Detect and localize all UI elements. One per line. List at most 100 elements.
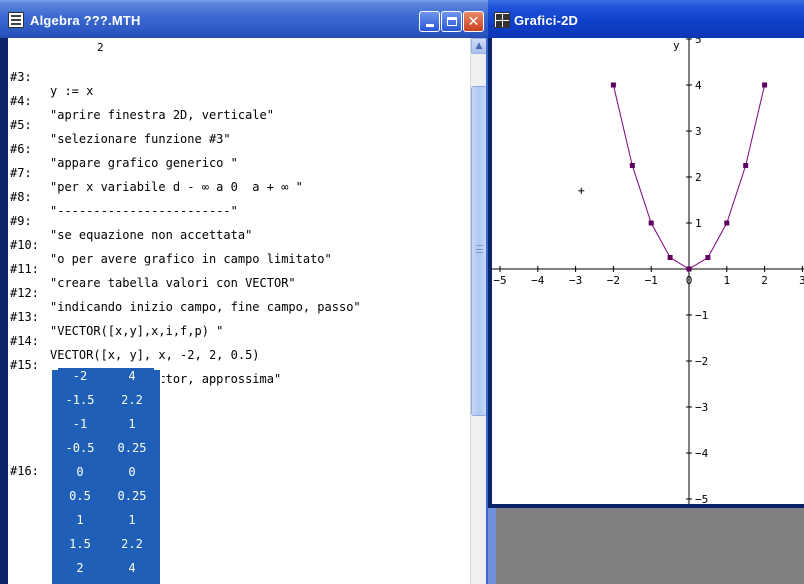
graph-window-icon[interactable] — [494, 12, 510, 28]
graph-2d-window[interactable]: Grafici-2D −5 −4 −3 −2 −1 0 1 2 3 5 4 3 2 1 −1 −2 −3 −4 −5… — [488, 0, 804, 508]
matrix-cell-x: -1 — [72, 417, 88, 431]
y-tick-label: 5 — [695, 38, 702, 46]
scroll-thumb[interactable] — [471, 86, 487, 416]
window-border — [488, 508, 496, 584]
matrix-row: -0.5 0.25 — [52, 436, 160, 460]
graph-background-area — [488, 508, 804, 584]
matrix-cell-y: 2.2 — [121, 537, 143, 551]
matrix-cell-y: 1 — [128, 417, 136, 431]
y-tick-label: 3 — [695, 125, 702, 138]
expression-line-5[interactable]: #5: "selezionare funzione #3" — [10, 104, 231, 146]
expression-line-8[interactable]: #8: "------------------------" — [10, 176, 238, 218]
plot-svg[interactable]: −5 −4 −3 −2 −1 0 1 2 3 5 4 3 2 1 −1 −2 −3 −4 −5 y — [492, 38, 804, 504]
y-tick-label: −1 — [695, 309, 708, 322]
algebra-window-title: Algebra ???.MTH — [30, 13, 141, 28]
x-tick-label: −5 — [493, 274, 506, 287]
matrix-cell-x: 1 — [76, 513, 84, 527]
maximize-icon — [446, 17, 457, 26]
algebra-window[interactable]: Algebra ???.MTH ✕ 2 #3: y := x #4: "apri… — [0, 0, 488, 584]
data-point — [648, 220, 654, 226]
matrix-row: 0 0 — [52, 460, 160, 484]
y-tick-label: 1 — [695, 217, 702, 230]
matrix-cell-x: 0 — [76, 465, 84, 479]
data-point — [610, 82, 616, 88]
expression-label: #15: — [10, 358, 39, 372]
matrix-row: -1 1 — [52, 412, 160, 436]
scroll-up-button[interactable]: ▲ — [471, 38, 487, 54]
matrix-cell-y: 0 — [128, 465, 136, 479]
expression-line-9[interactable]: #9: "se equazione non accettata" — [10, 200, 252, 242]
matrix-row: -1.5 2.2 — [52, 388, 160, 412]
matrix-cell-y: 2.2 — [121, 393, 143, 407]
expression-line-11[interactable]: #11: "creare tabella valori con VECTOR" — [10, 248, 296, 290]
matrix-cell-x: 2 — [76, 561, 84, 575]
expression-line-7[interactable]: #7: "per x variabile d - ∞ a 0 a + ∞ " — [10, 152, 303, 194]
y-tick-label: 2 — [695, 171, 702, 184]
close-icon: ✕ — [467, 13, 480, 30]
y-axis-label: y — [673, 39, 680, 52]
y-tick-label: −2 — [695, 355, 708, 368]
data-point — [743, 163, 749, 168]
maximize-button[interactable] — [441, 11, 462, 32]
grip-icon — [476, 245, 483, 253]
algebra-vertical-scrollbar[interactable]: ▲ — [470, 38, 487, 584]
expression-text: "se equazione non accettata" — [50, 228, 253, 242]
graph-titlebar[interactable]: Grafici-2D — [488, 0, 804, 38]
y-tick-label: −3 — [695, 401, 708, 414]
algebra-titlebar[interactable]: Algebra ???.MTH ✕ — [0, 0, 488, 38]
expression-text: "per x variabile d - ∞ a 0 a + ∞ " — [50, 180, 303, 194]
expression-text: "VECTOR([x,y],x,i,f,p) " — [50, 324, 224, 338]
expression-text: "indicando inizio campo, fine campo, pas… — [50, 300, 361, 314]
graph-window-title: Grafici-2D — [514, 13, 579, 28]
x-tick-label: 0 — [686, 274, 693, 287]
result-matrix[interactable]: -2 4 -1.5 2.2 -1 1 -0.5 0.25 0 0 0.5 0.2… — [50, 368, 162, 584]
data-point — [667, 255, 673, 260]
expression-line-4[interactable]: #4: "aprire finestra 2D, verticale" — [10, 80, 274, 122]
matrix-row: -2 4 — [52, 364, 160, 388]
x-tick-label: −4 — [531, 274, 545, 287]
matrix-cell-y: 1 — [128, 513, 136, 527]
matrix-cell-x: -1.5 — [65, 393, 95, 407]
expression-line-14[interactable]: #14: VECTOR([x, y], x, -2, 2, 0.5) — [10, 320, 260, 362]
x-tick-label: −2 — [607, 274, 620, 287]
matrix-cell-y: 0.25 — [117, 441, 147, 455]
matrix-cell-x: 1.5 — [69, 537, 91, 551]
expression-text: "aprire finestra 2D, verticale" — [50, 108, 274, 122]
matrix-cell-x: -2 — [72, 369, 88, 383]
expression-text: y := x — [50, 84, 94, 98]
expression-line-10[interactable]: #10: "o per avere grafico in campo limit… — [10, 224, 332, 266]
expression-text: "creare tabella valori con VECTOR" — [50, 276, 296, 290]
algebra-expression-list[interactable]: 2 #3: y := x #4: "aprire finestra 2D, ve… — [8, 38, 470, 584]
exponent-superscript: 2 — [97, 41, 104, 54]
plot-area[interactable]: −5 −4 −3 −2 −1 0 1 2 3 5 4 3 2 1 −1 −2 −3 −4 −5 y — [492, 38, 804, 504]
chevron-up-icon: ▲ — [475, 41, 483, 51]
data-point — [705, 255, 711, 260]
expression-line-12[interactable]: #12: "indicando inizio campo, fine campo… — [10, 272, 361, 314]
matrix-row: 0.5 0.25 — [52, 484, 160, 508]
expression-text: "appare grafico generico " — [50, 156, 238, 170]
x-tick-label: −1 — [645, 274, 658, 287]
matrix-cell-y: 0.25 — [117, 489, 147, 503]
data-point — [762, 82, 768, 88]
expression-text: "------------------------" — [50, 204, 238, 218]
expression-line-15[interactable]: #15: "selezionare vector, approssima" — [10, 344, 281, 386]
x-tick-label: −3 — [569, 274, 582, 287]
matrix-cell-x: -0.5 — [65, 441, 95, 455]
minimize-button[interactable] — [419, 11, 440, 32]
expression-line-6[interactable]: #6: "appare grafico generico " — [10, 128, 238, 170]
expression-text: VECTOR([x, y], x, -2, 2, 0.5) — [50, 348, 260, 362]
close-button[interactable]: ✕ — [463, 11, 484, 32]
x-tick-label: 2 — [761, 274, 768, 287]
matrix-cell-y: 4 — [128, 369, 136, 383]
matrix-cell-y: 4 — [128, 561, 136, 575]
matrix-row: 2 4 — [52, 556, 160, 580]
expression-line-3[interactable]: #3: y := x — [10, 56, 93, 98]
data-point — [686, 266, 692, 272]
y-tick-label: −4 — [695, 447, 709, 460]
expression-label-16: #16: — [10, 464, 39, 478]
algebra-window-icon[interactable] — [8, 12, 24, 28]
y-tick-label: −5 — [695, 493, 708, 504]
minimize-icon — [425, 24, 434, 27]
y-tick-label: 4 — [695, 79, 702, 92]
expression-line-13[interactable]: #13: "VECTOR([x,y],x,i,f,p) " — [10, 296, 223, 338]
